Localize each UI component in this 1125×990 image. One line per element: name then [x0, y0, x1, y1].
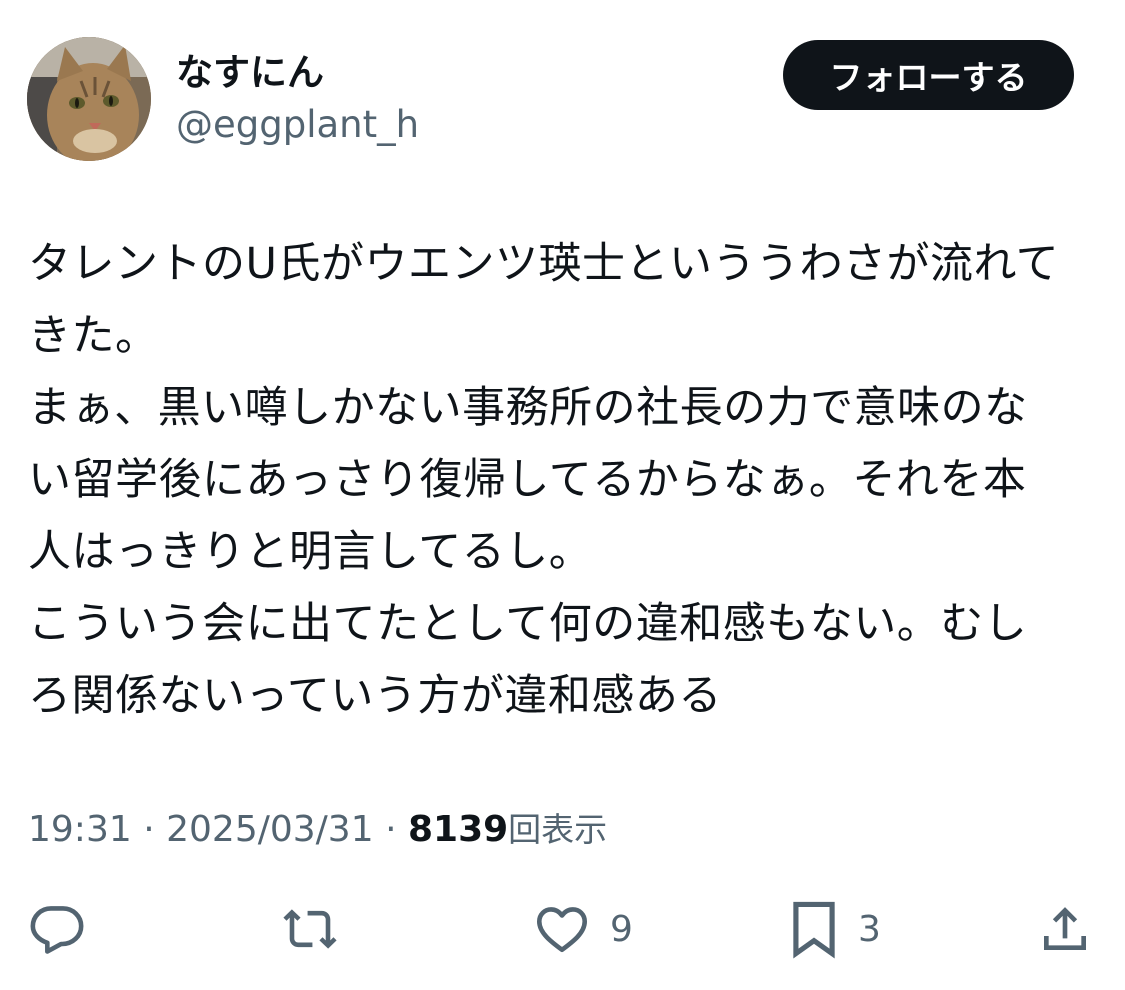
bookmark-icon: [793, 901, 835, 959]
bookmark-button[interactable]: 3: [788, 896, 881, 962]
heart-icon: [536, 907, 588, 953]
tweet-line: タレントのU氏がウエンツ瑛士といううわさが流れて: [28, 239, 1060, 289]
tweet-line: 人はっきりと明言してるし。: [28, 527, 593, 577]
tweet-meta: 19:31 · 2025/03/31 · 8139回表示: [28, 806, 607, 854]
views-count: 8139: [407, 809, 509, 850]
avatar[interactable]: [27, 37, 151, 161]
share-icon: [1044, 907, 1086, 950]
tweet-line: ろ関係ないっていう方が違和感ある: [28, 671, 722, 721]
tweet-line: い留学後にあっさり復帰してるからなぁ。それを本: [28, 455, 1027, 505]
views-label: 回表示: [508, 810, 608, 849]
user-handle[interactable]: @eggplant_h: [176, 102, 419, 148]
share-button[interactable]: [1037, 896, 1093, 962]
display-name[interactable]: なすにん: [176, 50, 324, 96]
tweet-line: まぁ、黒い噂しかない事務所の社長の力で意味のな: [28, 383, 1028, 433]
tweet-date[interactable]: 2025/03/31: [166, 809, 374, 850]
tweet-text: タレントのU氏がウエンツ瑛士といううわさが流れて きた。 まぁ、黒い噂しかない事…: [28, 228, 1098, 732]
tweet-line: こういう会に出てたとして何の違和感もない。むし: [28, 599, 1028, 649]
reply-button[interactable]: [28, 896, 86, 962]
cat-avatar-image: [27, 37, 151, 161]
follow-button[interactable]: フォローする: [783, 40, 1074, 110]
like-count: 9: [610, 908, 633, 950]
tweet-line: きた。: [28, 311, 159, 361]
retweet-button[interactable]: [278, 896, 342, 962]
meta-separator: ·: [143, 809, 155, 850]
reply-icon: [30, 906, 84, 954]
like-button[interactable]: 9: [532, 896, 633, 962]
retweet-icon: [283, 909, 337, 949]
tweet-time[interactable]: 19:31: [28, 809, 132, 850]
meta-separator: ·: [385, 809, 397, 850]
bookmark-count: 3: [858, 908, 881, 950]
